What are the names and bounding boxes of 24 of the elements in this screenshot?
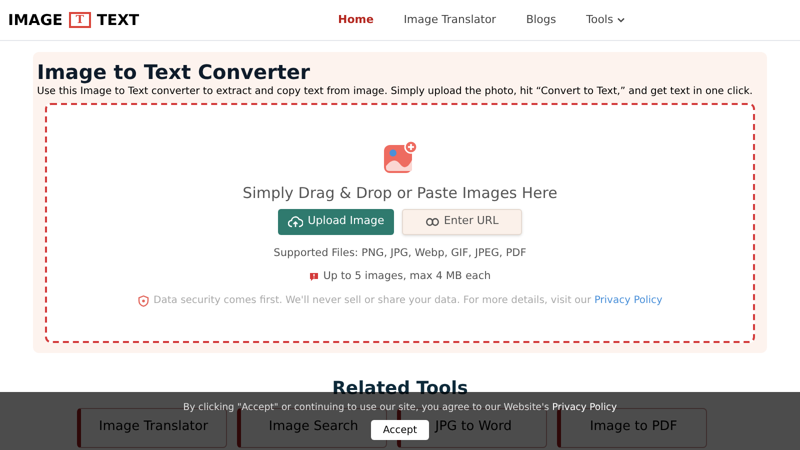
logo-text: TEXT: [96, 10, 140, 31]
nav-link[interactable]: Tools: [586, 12, 626, 28]
accept-button[interactable]: Accept: [370, 420, 430, 440]
upload-limit: Up to 5 images, max 4 MB each: [323, 269, 491, 284]
image-add-icon: [382, 140, 418, 176]
logo[interactable]: IMAGE T TEXT: [8, 8, 308, 32]
nav-link[interactable]: Image Translator: [404, 12, 496, 28]
page-title: Image to Text Converter: [37, 60, 311, 84]
logo-mark: T: [68, 12, 91, 28]
shield-icon: [138, 294, 149, 306]
description: Use this Image to Text converter to extract and copy text from image. Simply upload the photo, hit “Convert to Text,” and get text in one click.: [37, 85, 754, 99]
link-icon: [426, 218, 439, 226]
upload-button[interactable]: Upload Image: [278, 208, 394, 234]
security-note: Data security comes first. We'll never sell or share your data. For more details, visit our Privacy Policy: [154, 294, 662, 308]
logo-text: IMAGE: [8, 10, 63, 31]
nav-link[interactable]: Blogs: [526, 12, 556, 28]
chevron-down-icon: [617, 16, 626, 24]
alert-icon: [309, 272, 320, 282]
nav-link[interactable]: Home: [338, 12, 374, 28]
drop-heading: Simply Drag & Drop or Paste Images Here: [242, 183, 558, 204]
supported-files: Supported Files: PNG, JPG, Webp, GIF, JPEG, PDF: [274, 246, 526, 260]
drop-zone[interactable]: [45, 103, 755, 343]
enter-url-button[interactable]: Enter URL: [402, 208, 522, 234]
cloud-upload-icon: [288, 216, 303, 228]
